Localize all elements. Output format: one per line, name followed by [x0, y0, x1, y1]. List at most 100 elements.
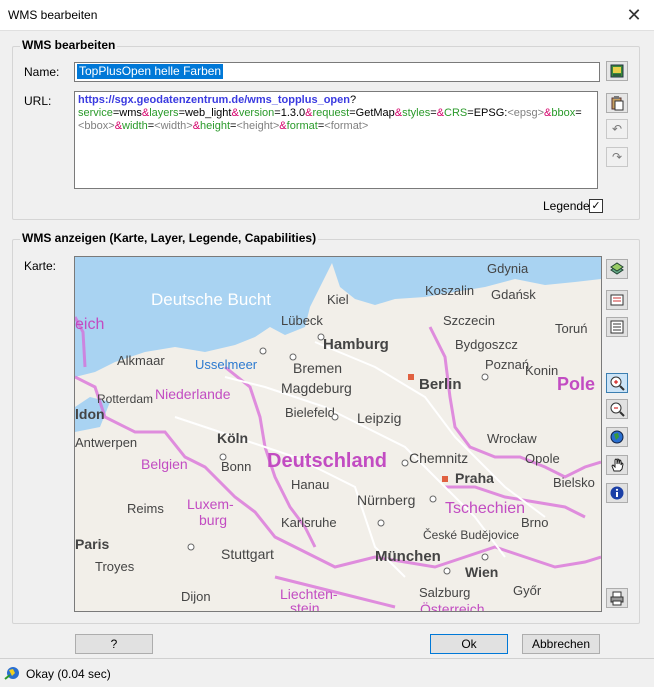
name-input[interactable]: TopPlusOpen helle Farben: [74, 62, 600, 82]
country-label: Österreich: [420, 600, 485, 611]
info-icon: [610, 486, 624, 500]
url-segment-amp: &: [305, 107, 313, 119]
country-label: Pole: [557, 374, 595, 394]
redo-icon: ↷: [611, 150, 623, 164]
city-label: Bielefeld: [285, 405, 335, 420]
url-textarea[interactable]: https://sgx.geodatenzentrum.de/wms_toppl…: [74, 91, 598, 189]
url-segment-val: ?: [349, 94, 357, 106]
country-label: Tschechien: [445, 500, 525, 517]
city-label: Karlsruhe: [281, 515, 337, 530]
layers-button[interactable]: [606, 259, 628, 279]
url-segment-key: layers: [149, 107, 179, 119]
city-marker: [429, 495, 437, 503]
legend-icon: [610, 294, 624, 306]
country-label: Luxem-: [187, 496, 234, 512]
name-label: Name:: [24, 65, 60, 79]
full-extent-button[interactable]: [606, 427, 628, 447]
close-icon[interactable]: ✕: [614, 0, 654, 30]
url-segment-amp: &: [114, 120, 123, 132]
map-label: Karte:: [24, 259, 57, 273]
city-marker: [317, 333, 325, 341]
city-label: České Budějovice: [423, 527, 519, 542]
wms-edit-group-title: WMS bearbeiten: [20, 38, 118, 52]
map-view[interactable]: Deutsche Bucht Deutschland Niederlande Belg…: [74, 256, 602, 612]
url-segment-key: width: [122, 120, 148, 132]
url-segment-ph: <format>: [324, 120, 369, 132]
city-label: Köln: [217, 430, 248, 446]
city-label: Opole: [525, 451, 560, 466]
zoom-out-button[interactable]: [606, 399, 628, 419]
city-label: Bydgoszcz: [455, 337, 518, 352]
city-label: Bonn: [221, 459, 251, 474]
undo-button[interactable]: ↶: [606, 119, 628, 139]
url-segment-ph: <bbox>: [78, 120, 115, 132]
url-segment-ph: <height>: [236, 120, 280, 132]
url-segment-key: styles: [402, 107, 431, 119]
city-label: Toruń: [555, 321, 588, 336]
city-label: ldon: [75, 406, 105, 422]
url-segment-val: =: [575, 107, 582, 119]
city-marker: [481, 553, 489, 561]
hand-icon: [611, 457, 624, 472]
redo-button[interactable]: ↷: [606, 147, 628, 167]
help-button[interactable]: ?: [75, 634, 153, 654]
city-label: Magdeburg: [281, 380, 352, 396]
country-label: burg: [199, 512, 227, 528]
city-label: Nürnberg: [357, 492, 415, 508]
paste-button[interactable]: [606, 93, 628, 113]
url-segment-key: bbox: [551, 107, 576, 119]
capabilities-button[interactable]: [606, 317, 628, 337]
city-label: Dijon: [181, 589, 211, 604]
ok-button[interactable]: Ok: [430, 634, 508, 654]
city-marker: [259, 347, 267, 355]
status-bar: Okay (0.04 sec): [0, 658, 654, 687]
city-label: Wrocław: [487, 431, 537, 446]
country-label: Deutschland: [267, 450, 387, 472]
city-label: Salzburg: [419, 585, 470, 600]
zoom-in-button[interactable]: [606, 373, 628, 393]
cancel-button[interactable]: Abbrechen: [522, 634, 600, 654]
city-label: Antwerpen: [75, 435, 137, 450]
url-segment-ph: <epsg>: [507, 107, 545, 119]
url-segment-amp: &: [231, 107, 239, 119]
city-label: Chemnitz: [409, 450, 468, 466]
legend-label: Legende: [543, 199, 590, 213]
url-segment-key: CRS: [444, 107, 468, 119]
url-segment-key: height: [200, 120, 231, 132]
url-segment-key: format: [286, 120, 318, 132]
city-label: Wien: [465, 564, 498, 580]
url-segment-val: =GetMap: [349, 107, 395, 119]
sea-label: Deutsche Bucht: [151, 290, 271, 309]
globe-icon: [610, 430, 624, 444]
city-label: Győr: [513, 583, 542, 598]
url-segment-val: =web_light: [178, 107, 232, 119]
wms-show-group-title: WMS anzeigen (Karte, Layer, Legende, Cap…: [20, 231, 319, 245]
city-label: Praha: [455, 470, 494, 486]
status-text: Okay (0.04 sec): [26, 667, 111, 681]
city-label: Alkmaar: [117, 353, 165, 368]
url-segment-amp: &: [192, 120, 201, 132]
legend-button[interactable]: [606, 290, 628, 310]
city-label: Berlin: [419, 376, 462, 393]
url-label: URL:: [24, 94, 52, 108]
city-marker: [408, 374, 414, 380]
country-label: Belgien: [141, 456, 188, 472]
city-label: Szczecin: [443, 313, 495, 328]
country-label: Rotterdam: [97, 392, 153, 406]
window-title: WMS bearbeiten: [8, 8, 98, 22]
city-marker: [377, 519, 385, 527]
country-label: Usselmeer: [195, 357, 258, 372]
info-button[interactable]: [606, 483, 628, 503]
url-segment-amp: &: [436, 107, 445, 119]
load-map-button[interactable]: [606, 61, 628, 81]
pan-button[interactable]: [606, 455, 628, 475]
print-button[interactable]: [606, 588, 628, 608]
map-canvas: Deutsche Bucht Deutschland Niederlande Belg…: [75, 257, 601, 611]
paste-icon: [611, 96, 624, 111]
city-label: Stuttgart: [221, 546, 274, 562]
city-label: Gdańsk: [491, 287, 536, 302]
legend-checkbox[interactable]: ✓: [589, 199, 603, 213]
city-label: Konin: [525, 363, 558, 378]
city-marker: [443, 567, 451, 575]
city-label: Hanau: [291, 477, 329, 492]
